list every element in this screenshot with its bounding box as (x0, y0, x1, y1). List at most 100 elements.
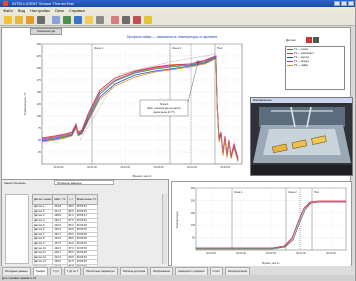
mini-chart[interactable]: Зона 1 Зона 2 Пик 250 200 150 100 50 00:00:0… (172, 182, 351, 266)
maximize-icon[interactable] (341, 1, 347, 6)
legend-label: Т4 — воздух (294, 59, 310, 63)
x-tick-label: 00:01:00 (87, 166, 97, 169)
zone-label-2: Зона 2 (172, 46, 182, 50)
legend-swatch (287, 60, 293, 62)
x-tick-label: 00:03:00 (296, 252, 306, 255)
folder-icon[interactable] (85, 16, 93, 24)
mini-y-ticks: 250 200 150 100 50 (191, 186, 196, 240)
legend-swatch (287, 52, 293, 54)
mini-zone-label-3: Пик (314, 190, 320, 194)
app-icon (3, 1, 8, 6)
app-window: INTELLIGENT Sensor ThermoTest Файл Вид Н… (0, 0, 356, 281)
chart-icon[interactable] (96, 16, 104, 24)
y-tick-label: 50 (192, 236, 195, 240)
camera-panel: Изображение (250, 97, 353, 176)
legend-label: Т5 — пайка (294, 63, 308, 67)
legend-swatch (287, 48, 293, 50)
y-tick-label: 25 (38, 150, 41, 154)
export-icon[interactable] (111, 16, 119, 24)
mini-zone-label-2: Зона 2 (288, 190, 297, 194)
menu-file[interactable]: Файл (3, 8, 13, 13)
menu-view[interactable]: Вид (18, 8, 25, 13)
x-tick-label: 00:05:00 (220, 166, 230, 169)
minimize-icon[interactable] (334, 1, 340, 6)
new-icon[interactable] (4, 16, 12, 24)
x-tick-label: 00:00:00 (54, 166, 64, 169)
data-table-panel: Канал Сигналы Профиль Данные Датчик / ка… (1, 179, 169, 274)
x-tick-label: 00:01:00 (236, 252, 246, 255)
legend: Т1 — плата Т2 — компонент Т3 — корпус Т4 — … (285, 46, 345, 90)
zoom-icon[interactable] (122, 16, 130, 24)
y-tick-label: 250 (191, 186, 196, 190)
x-tick-label: 00:03:00 (154, 166, 164, 169)
x-tick-label: 00:02:00 (266, 252, 276, 255)
status-bar: Для справки нажмите F1 (0, 275, 355, 281)
menu-settings[interactable]: Настройки (30, 8, 50, 13)
legend-swatch (287, 64, 293, 66)
main-chart[interactable]: Зона 1 Зона 2 Пик Точка 1 Макс. температ… (20, 40, 252, 180)
legend-label: Т3 — корпус (294, 55, 310, 59)
y-tick-label: 100 (191, 223, 196, 227)
menu-window[interactable]: Окно (55, 8, 64, 13)
panel-header: Канал Сигналы (4, 181, 26, 185)
color-icon[interactable] (306, 37, 312, 43)
y-tick-label: 125 (37, 102, 42, 106)
chart-tab[interactable]: Температура (30, 28, 62, 35)
y-axis-label: Температура, °C (23, 92, 27, 116)
x-tick-label: 00:02:00 (120, 166, 130, 169)
mini-chart-panel: Зона 1 Зона 2 Пик 250 200 150 100 50 00:00:0… (171, 181, 352, 267)
print-icon[interactable] (37, 16, 45, 24)
camera-icon[interactable] (313, 37, 319, 43)
zone-label-3: Пик (217, 46, 223, 50)
title-bar: INTELLIGENT Sensor ThermoTest (0, 0, 355, 7)
column-header[interactable]: Макс. t°C (52, 194, 68, 205)
window-title: INTELLIGENT Sensor ThermoTest (12, 1, 74, 6)
chart-title: Профиль пайки — зависимость температуры … (126, 35, 218, 39)
y-tick-label: 200 (37, 66, 42, 70)
panel-tab[interactable]: Профиль Данные (54, 180, 114, 185)
copy-icon[interactable] (52, 16, 60, 24)
save-icon[interactable] (26, 16, 34, 24)
menu-help[interactable]: Справка (69, 8, 85, 13)
mini-x-axis-label: Время, мм:сс (262, 261, 280, 265)
zone-label-1: Зона 1 (94, 46, 104, 50)
y-tick-label: 100 (37, 114, 42, 118)
annotation-line-2: Макс. температура на участке (147, 107, 181, 110)
x-tick-label: 00:04:00 (187, 166, 197, 169)
data-table: Датчик / канал Макс. t°C t, с Время выше t°… (31, 194, 99, 274)
legend-tools (306, 37, 319, 43)
mini-x-ticks: 00:00:00 00:01:00 00:02:00 00:03:00 00:04:00 (206, 252, 336, 255)
mini-y-axis-label: Температура (175, 211, 179, 228)
camera-image (251, 103, 352, 175)
column-header[interactable]: Время выше t°C (74, 194, 99, 205)
close-icon[interactable] (348, 1, 354, 6)
y-tick-label: 225 (37, 54, 42, 58)
legend-swatch (287, 56, 293, 58)
x-axis-label: Время, мм:сс (133, 174, 152, 178)
annotation-line-1: Точка 1 (160, 102, 169, 106)
x-ticks: 00:00:00 00:01:00 00:02:00 00:03:00 00:04:00… (54, 166, 231, 169)
help-icon[interactable] (144, 16, 152, 24)
y-tick-label: 200 (191, 198, 196, 202)
annotation-line-3: время выше 217°C (153, 111, 174, 114)
open-icon[interactable] (15, 16, 23, 24)
legend-item[interactable]: Т5 — пайка (286, 63, 344, 67)
column-header[interactable]: t, с (66, 194, 76, 205)
tab-strip: Исходные данные График Т (1) Т (2) по Т Расч… (0, 266, 355, 276)
y-tick-label: 50 (38, 138, 41, 142)
x-tick-label: 00:00:00 (206, 252, 216, 255)
column-header[interactable]: Датчик / канал (31, 194, 54, 205)
legend-header: Датчик (286, 38, 296, 42)
y-ticks: 250 225 200 175 150 125 100 75 50 25 (37, 42, 42, 154)
mini-zone-label-1: Зона 1 (234, 190, 243, 194)
y-tick-label: 250 (37, 42, 42, 46)
connect-icon[interactable] (63, 16, 71, 24)
y-tick-label: 150 (191, 211, 196, 215)
device-icon[interactable] (74, 16, 82, 24)
settings-icon[interactable] (133, 16, 141, 24)
y-tick-label: 175 (37, 78, 42, 82)
toolbar (0, 14, 355, 26)
x-tick-label: 00:04:00 (326, 252, 336, 255)
vertical-scrollbar[interactable] (162, 194, 167, 264)
menu-bar: Файл Вид Настройки Окно Справка (0, 7, 355, 14)
